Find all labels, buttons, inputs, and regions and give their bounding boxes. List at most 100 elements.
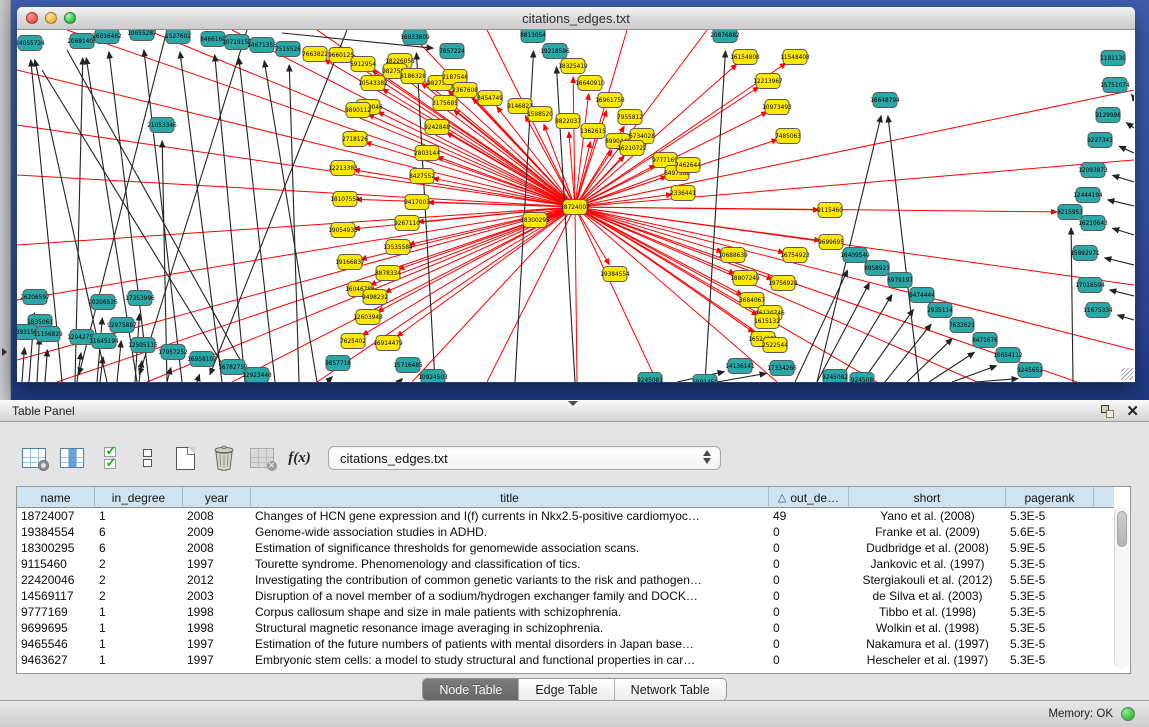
- graph-node[interactable]: 10543382: [358, 76, 388, 91]
- tab-node-table[interactable]: Node Table: [423, 679, 518, 700]
- graph-node[interactable]: 3175685: [432, 96, 458, 111]
- graph-node[interactable]: 8454749: [477, 91, 503, 106]
- graph-node[interactable]: 2935114: [927, 303, 953, 318]
- graph-node[interactable]: 16154808: [730, 50, 760, 65]
- graph-node[interactable]: 19218596: [540, 44, 570, 59]
- graph-node[interactable]: 8186328: [400, 69, 426, 84]
- close-window-button[interactable]: [26, 12, 38, 24]
- graph-node[interactable]: 16914479: [373, 336, 403, 351]
- citation-network-graph[interactable]: 2405572420691406260164621065528715276028…: [17, 30, 1134, 382]
- column-header-title[interactable]: title: [251, 487, 769, 508]
- graph-node[interactable]: 19054935: [328, 223, 358, 238]
- graph-node[interactable]: 2803144: [414, 146, 440, 161]
- tab-network-table[interactable]: Network Table: [614, 679, 726, 700]
- graph-node[interactable]: 12444194: [1073, 188, 1103, 203]
- graph-node[interactable]: 15751074: [1100, 78, 1130, 93]
- graph-node[interactable]: 7663822: [302, 47, 328, 62]
- graph-node[interactable]: 10688639: [718, 248, 748, 263]
- graph-node[interactable]: 1615132: [754, 314, 780, 329]
- graph-node[interactable]: 12603948: [353, 310, 383, 325]
- graph-node[interactable]: 12213967: [753, 74, 783, 89]
- graph-node[interactable]: 15716485: [393, 358, 423, 373]
- graph-node[interactable]: 18300295: [520, 213, 550, 228]
- graph-node[interactable]: 9474444: [909, 288, 935, 303]
- graph-node[interactable]: 16210722: [617, 141, 647, 156]
- column-header-short[interactable]: short: [849, 487, 1006, 508]
- graph-node[interactable]: 6979197: [887, 273, 913, 288]
- graph-node[interactable]: 12505115: [128, 338, 158, 353]
- table-row[interactable]: 946362711997Embryonic stem cells: a mode…: [17, 652, 1114, 668]
- graph-node[interactable]: 11675334: [1083, 303, 1113, 318]
- graph-node[interactable]: 20206526: [88, 295, 118, 310]
- graph-node[interactable]: 13535584: [383, 240, 413, 255]
- graph-node[interactable]: 18724007: [560, 200, 590, 215]
- graph-node[interactable]: 9115460: [817, 203, 843, 218]
- graph-node[interactable]: 19384554: [600, 267, 630, 282]
- table-row[interactable]: 1872400712008Changes of HCN gene express…: [17, 508, 1114, 524]
- graph-node[interactable]: 18325419: [558, 59, 588, 74]
- graph-node[interactable]: 11548408: [780, 50, 810, 65]
- graph-node[interactable]: 19756928: [768, 276, 798, 291]
- column-header-name[interactable]: name: [17, 487, 95, 508]
- graph-node[interactable]: 9890112: [345, 103, 371, 118]
- table-row[interactable]: 1830029562008Estimation of significance …: [17, 540, 1114, 556]
- graph-node[interactable]: 14136141: [725, 359, 755, 374]
- graph-node[interactable]: 17016504: [1075, 278, 1105, 293]
- column-header-year[interactable]: year: [183, 487, 251, 508]
- splitter-handle-icon[interactable]: [568, 401, 578, 406]
- graph-node[interactable]: 15892971: [1070, 246, 1100, 261]
- float-panel-icon[interactable]: [1101, 405, 1114, 418]
- vertical-scrollbar[interactable]: [1114, 508, 1129, 668]
- graph-node[interactable]: 11645194: [89, 334, 119, 349]
- graph-node[interactable]: 1092450: [692, 375, 718, 383]
- delete-table-icon[interactable]: ✕: [247, 444, 276, 472]
- table-row[interactable]: 2242004622012Investigating the contribut…: [17, 572, 1114, 588]
- graph-node[interactable]: 9417003: [404, 195, 430, 210]
- graph-node[interactable]: 92975887: [107, 318, 137, 333]
- table-row[interactable]: 969969511998Structural magnetic resonanc…: [17, 620, 1114, 636]
- table-row[interactable]: 911546021997Tourette syndrome. Phenomeno…: [17, 556, 1114, 572]
- graph-node[interactable]: 24055724: [17, 36, 45, 51]
- graph-node[interactable]: 16210643: [1078, 216, 1108, 231]
- graph-node[interactable]: 7955812: [617, 110, 643, 125]
- graph-node[interactable]: 12213383: [328, 161, 358, 176]
- window-resize-grip[interactable]: [1121, 368, 1133, 380]
- graph-node[interactable]: 7462644: [675, 158, 701, 173]
- graph-node[interactable]: 8215953: [1057, 205, 1083, 220]
- graph-node[interactable]: 8958923: [864, 261, 890, 276]
- graph-node[interactable]: 8878334: [375, 266, 401, 281]
- graph-node[interactable]: 9227343: [1087, 133, 1113, 148]
- graph-node[interactable]: 8471676: [972, 333, 998, 348]
- graph-node[interactable]: 7485063: [775, 129, 801, 144]
- graph-node[interactable]: 2367608: [452, 83, 478, 98]
- table-row[interactable]: 1456911722003Disruption of a novel membe…: [17, 588, 1114, 604]
- graph-node[interactable]: 7515526: [275, 42, 301, 57]
- graph-node[interactable]: 10973493: [762, 100, 792, 115]
- memory-status-indicator[interactable]: [1121, 707, 1135, 721]
- show-columns-icon[interactable]: [57, 444, 86, 472]
- tab-edge-table[interactable]: Edge Table: [518, 679, 613, 700]
- scrollbar-thumb[interactable]: [1117, 511, 1127, 547]
- table-row[interactable]: 977716911998Corpus callosum shape and si…: [17, 604, 1114, 620]
- graph-node[interactable]: 7625402: [340, 334, 366, 349]
- graph-node[interactable]: 20876882: [710, 30, 740, 43]
- delete-column-icon[interactable]: [209, 444, 238, 472]
- graph-node[interactable]: 26016462: [92, 30, 122, 44]
- graph-node[interactable]: 9699695: [818, 235, 844, 250]
- graph-node[interactable]: 16648794: [870, 93, 900, 108]
- graph-node[interactable]: 2336441: [670, 186, 696, 201]
- table-settings-icon[interactable]: [19, 444, 48, 472]
- graph-node[interactable]: 12923448: [242, 368, 272, 383]
- graph-node[interactable]: 17353996: [125, 291, 155, 306]
- graph-node[interactable]: 9129996: [1095, 108, 1121, 123]
- graph-node[interactable]: 18807249: [730, 271, 760, 286]
- graph-node[interactable]: 17957252: [158, 345, 188, 360]
- graph-node[interactable]: 1527602: [165, 30, 191, 44]
- graph-node[interactable]: 8822037: [555, 114, 581, 129]
- graph-node[interactable]: 16640910: [575, 76, 605, 91]
- graph-node[interactable]: 9245652: [1017, 363, 1043, 378]
- graph-node[interactable]: 16754923: [780, 248, 810, 263]
- network-canvas[interactable]: 2405572420691406260164621065528715276028…: [17, 30, 1135, 382]
- graph-node[interactable]: 9857718: [325, 356, 351, 371]
- minimize-window-button[interactable]: [45, 12, 57, 24]
